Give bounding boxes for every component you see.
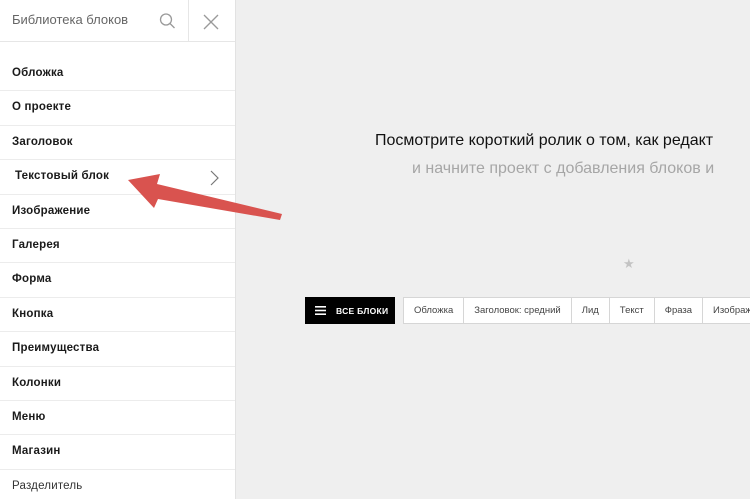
sidebar-item-label: Кнопка — [12, 307, 54, 320]
sidebar-item-label: О проекте — [12, 101, 72, 114]
sidebar-item-cover[interactable]: Обложка — [0, 57, 235, 92]
sidebar-item-label: Текстовый блок — [15, 170, 110, 183]
block-menu: Обложка О проекте Заголовок Текстовый бл… — [0, 57, 235, 499]
all-blocks-label: ВСЕ БЛОКИ — [336, 305, 389, 316]
sidebar-item-label: Форма — [12, 273, 52, 286]
tag-text[interactable]: Текст — [610, 298, 655, 323]
sidebar-item-gallery[interactable]: Галерея — [0, 229, 235, 264]
sidebar-item-columns[interactable]: Колонки — [0, 367, 235, 401]
sidebar-item-label: Преимущества — [12, 342, 100, 355]
sidebar-item-about[interactable]: О проекте — [0, 91, 235, 126]
hamburger-icon — [315, 306, 326, 315]
sidebar-item-heading[interactable]: Заголовок — [0, 126, 235, 161]
star-icon: ★ — [623, 256, 635, 271]
intro-headline: Посмотрите короткий ролик о том, как ред… — [375, 132, 714, 149]
main-area: Посмотрите короткий ролик о том, как ред… — [237, 0, 750, 499]
search-row: Библиотека блоков — [0, 0, 235, 42]
sidebar-item-divider[interactable]: Разделитель — [0, 470, 235, 499]
sidebar-item-label: Изображение — [12, 204, 91, 217]
sidebar-item-label: Разделитель — [12, 479, 83, 492]
search-input[interactable]: Библиотека блоков — [12, 12, 128, 27]
sidebar-item-label: Галерея — [12, 238, 60, 251]
tag-phrase[interactable]: Фраза — [655, 298, 704, 323]
sidebar-item-label: Обложка — [12, 67, 64, 79]
search-divider — [188, 0, 189, 42]
search-icon[interactable] — [158, 12, 176, 30]
annotation-arrow-icon — [128, 174, 282, 220]
tag-lead[interactable]: Лид — [572, 298, 610, 323]
sidebar-item-form[interactable]: Форма — [0, 263, 235, 298]
intro-subline: и начните проект с добавления блоков и — [412, 160, 715, 177]
sidebar-item-label: Колонки — [12, 376, 62, 389]
sidebar: Библиотека блоков Обложка О проекте Заго… — [0, 0, 236, 499]
sidebar-item-label: Магазин — [12, 445, 61, 458]
sidebar-item-label: Заголовок — [12, 135, 73, 148]
tag-heading-medium[interactable]: Заголовок: средний — [464, 298, 572, 323]
tag-image[interactable]: Изображе — [703, 298, 750, 323]
sidebar-item-label: Меню — [12, 410, 46, 423]
tag-cover[interactable]: Обложка — [404, 298, 465, 323]
close-icon[interactable] — [200, 11, 222, 33]
quick-tags: Обложка Заголовок: средний Лид Текст Фра… — [403, 297, 750, 324]
all-blocks-button[interactable]: ВСЕ БЛОКИ — [305, 297, 395, 324]
sidebar-item-features[interactable]: Преимущества — [0, 332, 235, 367]
sidebar-item-shop[interactable]: Магазин — [0, 435, 235, 470]
sidebar-item-menu[interactable]: Меню — [0, 401, 235, 436]
sidebar-item-button[interactable]: Кнопка — [0, 298, 235, 333]
